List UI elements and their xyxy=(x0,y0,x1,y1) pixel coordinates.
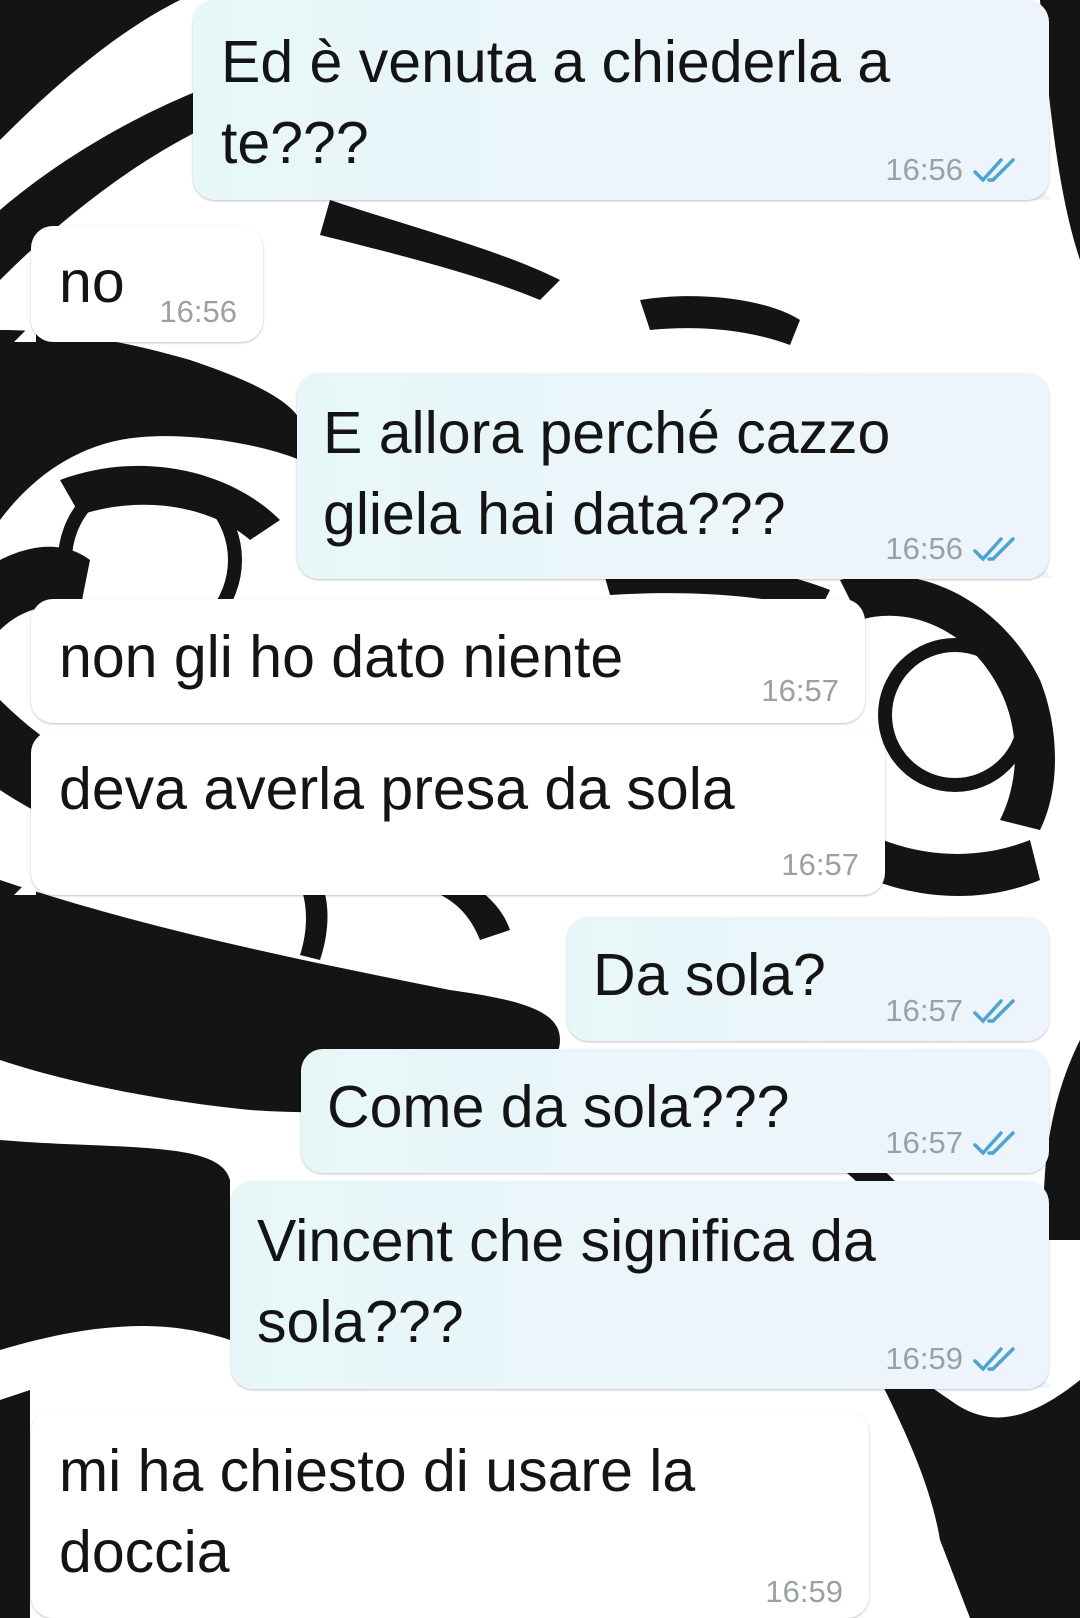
message-meta: 16:59 xyxy=(765,1574,843,1610)
message-meta: 16:56 xyxy=(159,294,237,330)
message-time: 16:57 xyxy=(885,993,963,1028)
message-meta: 16:57 xyxy=(885,1125,1019,1161)
message-meta: 16:56 xyxy=(885,531,1019,567)
outgoing-message-bubble[interactable]: Come da sola??? 16:57 xyxy=(301,1049,1049,1173)
outgoing-message-bubble[interactable]: Da sola? 16:57 xyxy=(567,917,1049,1041)
incoming-message-bubble[interactable]: no 16:56 xyxy=(31,226,263,342)
message-time: 16:59 xyxy=(885,1341,963,1376)
message-text: no xyxy=(59,249,125,315)
message-meta: 16:59 xyxy=(885,1341,1019,1377)
message-time: 16:56 xyxy=(885,531,963,566)
message-text: deva averla presa da sola xyxy=(59,756,735,822)
incoming-message-bubble[interactable]: non gli ho dato niente 16:57 xyxy=(31,599,865,723)
double-check-icon xyxy=(973,999,1015,1024)
incoming-message-bubble[interactable]: mi ha chiesto di usare la doccia 16:59 xyxy=(31,1411,869,1618)
double-check-icon xyxy=(973,537,1015,562)
message-text: non gli ho dato niente xyxy=(59,624,624,690)
message-text: Come da sola??? xyxy=(327,1074,790,1140)
message-text: mi ha chiesto di usare la doccia xyxy=(59,1438,696,1585)
message-text: Vincent che significa da sola??? xyxy=(257,1208,876,1355)
message-meta: 16:57 xyxy=(885,993,1019,1029)
message-meta: 16:57 xyxy=(781,847,859,883)
double-check-icon xyxy=(973,1131,1015,1156)
message-time: 16:57 xyxy=(761,673,839,708)
message-text: Da sola? xyxy=(593,942,826,1008)
double-check-icon xyxy=(973,158,1015,183)
message-time: 16:57 xyxy=(885,1125,963,1160)
message-time: 16:56 xyxy=(159,294,237,329)
outgoing-message-bubble[interactable]: E allora perché cazzo gliela hai data???… xyxy=(297,373,1049,579)
outgoing-message-bubble[interactable]: Ed è venuta a chiederla a te??? 16:56 xyxy=(193,0,1049,200)
message-time: 16:57 xyxy=(781,847,859,882)
double-check-icon xyxy=(973,1347,1015,1372)
message-time: 16:59 xyxy=(765,1574,843,1609)
message-meta: 16:56 xyxy=(885,152,1019,188)
outgoing-message-bubble[interactable]: Vincent che significa da sola??? 16:59 xyxy=(231,1181,1049,1389)
message-time: 16:56 xyxy=(885,152,963,187)
message-meta: 16:57 xyxy=(761,673,839,709)
message-text: Ed è venuta a chiederla a te??? xyxy=(221,29,891,176)
message-text: E allora perché cazzo gliela hai data??? xyxy=(323,400,891,547)
incoming-message-bubble[interactable]: deva averla presa da sola 16:57 xyxy=(31,731,885,895)
